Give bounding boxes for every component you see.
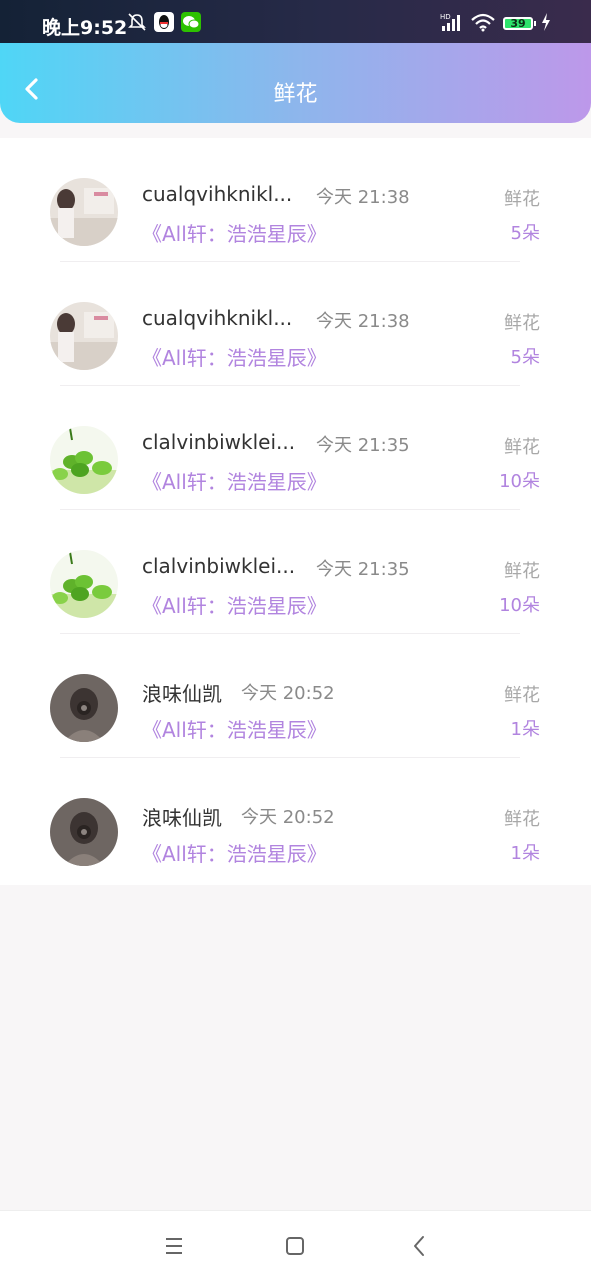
wifi-icon xyxy=(471,13,495,32)
status-bar: 晚上9:52 HD 39 xyxy=(0,0,591,43)
list-item[interactable]: clalvinbiwklei... 今天 21:35 《All轩：浩浩星辰》 鲜… xyxy=(0,510,591,634)
avatar[interactable] xyxy=(50,302,118,370)
list-item[interactable]: clalvinbiwklei... 今天 21:35 《All轩：浩浩星辰》 鲜… xyxy=(0,386,591,510)
user-name: 浪味仙凯 xyxy=(142,806,222,830)
song-title[interactable]: 《All轩：浩浩星辰》 xyxy=(142,714,327,743)
user-name: clalvinbiwklei... xyxy=(142,430,296,454)
gift-type: 鲜花 xyxy=(504,313,540,334)
menu-icon[interactable] xyxy=(159,1231,189,1261)
user-name: cualqvihknikl... xyxy=(142,182,293,206)
avatar[interactable] xyxy=(50,178,118,246)
record-time: 今天 21:38 xyxy=(316,187,410,208)
system-nav-bar xyxy=(0,1210,591,1281)
gift-count: 1朵 xyxy=(510,719,540,740)
gift-type: 鲜花 xyxy=(504,809,540,830)
gift-type: 鲜花 xyxy=(504,189,540,210)
gift-count: 10朵 xyxy=(499,471,540,492)
list-item[interactable]: cualqvihknikl... 今天 21:38 《All轩：浩浩星辰》 鲜花… xyxy=(0,262,591,386)
gift-type: 鲜花 xyxy=(504,561,540,582)
gift-count: 5朵 xyxy=(510,347,540,368)
list-item[interactable]: 浪味仙凯 今天 20:52 《All轩：浩浩星辰》 鲜花 1朵 xyxy=(0,758,591,882)
avatar[interactable] xyxy=(50,550,118,618)
record-time: 今天 21:35 xyxy=(316,435,410,456)
song-title[interactable]: 《All轩：浩浩星辰》 xyxy=(142,466,327,495)
user-name: 浪味仙凯 xyxy=(142,682,222,706)
user-name: clalvinbiwklei... xyxy=(142,554,296,578)
signal-icon: HD xyxy=(440,13,460,31)
back-icon[interactable] xyxy=(405,1231,435,1261)
record-time: 今天 21:38 xyxy=(316,311,410,332)
page-title: 鲜花 xyxy=(273,82,318,107)
avatar[interactable] xyxy=(50,674,118,742)
gift-type: 鲜花 xyxy=(504,685,540,706)
qq-icon xyxy=(154,12,174,32)
song-title[interactable]: 《All轩：浩浩星辰》 xyxy=(142,590,327,619)
home-square-icon[interactable] xyxy=(280,1231,310,1261)
battery-indicator: 39 xyxy=(503,17,536,30)
song-title[interactable]: 《All轩：浩浩星辰》 xyxy=(142,218,327,247)
gift-type: 鲜花 xyxy=(504,437,540,458)
svg-text:HD: HD xyxy=(440,13,451,21)
song-title[interactable]: 《All轩：浩浩星辰》 xyxy=(142,342,327,371)
status-time: 晚上9:52 xyxy=(42,17,128,39)
user-name: cualqvihknikl... xyxy=(142,306,293,330)
record-time: 今天 20:52 xyxy=(241,807,335,828)
record-time: 今天 20:52 xyxy=(241,683,335,704)
song-title[interactable]: 《All轩：浩浩星辰》 xyxy=(142,838,327,867)
charging-icon xyxy=(542,13,550,31)
list-item[interactable]: 浪味仙凯 今天 20:52 《All轩：浩浩星辰》 鲜花 1朵 xyxy=(0,634,591,758)
gift-record-list: cualqvihknikl... 今天 21:38 《All轩：浩浩星辰》 鲜花… xyxy=(0,138,591,885)
gift-count: 1朵 xyxy=(510,843,540,864)
record-time: 今天 21:35 xyxy=(316,559,410,580)
avatar[interactable] xyxy=(50,426,118,494)
wechat-icon xyxy=(181,12,201,32)
avatar[interactable] xyxy=(50,798,118,866)
list-item[interactable]: cualqvihknikl... 今天 21:38 《All轩：浩浩星辰》 鲜花… xyxy=(0,138,591,262)
gift-count: 10朵 xyxy=(499,595,540,616)
gift-count: 5朵 xyxy=(510,223,540,244)
mute-bell-icon xyxy=(128,13,146,31)
